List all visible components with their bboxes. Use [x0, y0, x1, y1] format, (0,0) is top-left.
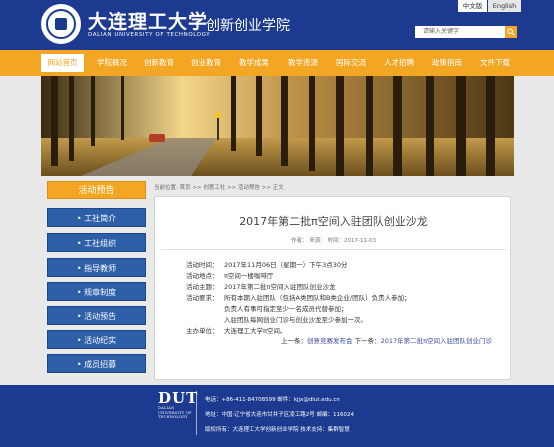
prev-article-link[interactable]: 创意竞赛发布会	[307, 337, 353, 345]
nav-home[interactable]: 网站首页	[41, 54, 84, 72]
article-meta: 作者： 来源： 时间：2017-11-03	[291, 238, 376, 244]
sidebar-item-rules[interactable]: • 规章制度	[47, 282, 146, 301]
campus-forest-banner	[41, 76, 514, 176]
footer-divider	[196, 391, 197, 435]
dut-logo-line-3: TECHNOLOGY	[158, 415, 188, 419]
search-input[interactable]: 请输入关键字	[415, 26, 505, 38]
bullet-icon: •	[76, 336, 82, 345]
dut-logo-text: DUT	[158, 389, 199, 407]
organizer-label: 主办单位：	[186, 327, 219, 335]
sidebar-item-label: 指导教师	[84, 264, 117, 273]
main-nav: 网站首页 学院概况 创新教育 创业教育 教学成果 教学资源 国际交流 人才招聘 …	[0, 50, 554, 76]
site-header: 大连理工大学 DALIAN UNIVERSITY OF TECHNOLOGY 创…	[0, 0, 554, 50]
sidebar-item-member-recruitment[interactable]: • 成员招募	[47, 354, 146, 373]
nav-teaching-resources[interactable]: 教学资源	[285, 56, 321, 70]
sidebar-item-event-record[interactable]: • 活动纪实	[47, 330, 146, 349]
dut-logo: DUT DALIAN UNIVERSITY OF TECHNOLOGY	[158, 390, 198, 420]
banner-image	[41, 76, 514, 176]
organizer-value: 大连理工大学π空间。	[224, 327, 287, 335]
university-seal-logo[interactable]	[41, 4, 81, 44]
event-location-label: 活动地点：	[186, 272, 219, 280]
event-time-value: 2017年11月06日（星期一）下午3点30分	[224, 261, 348, 269]
footer-contact: 电话：+86-411-84708599 邮件：kjjx@dlut.edu.cn	[205, 397, 340, 403]
bullet-icon: •	[76, 239, 82, 248]
nav-international-exchange[interactable]: 国际交流	[333, 56, 369, 70]
breadcrumb: 当前位置: 首页 >> 创意工社 >> 活动预告 >> 正文	[154, 185, 284, 191]
nav-policy-guide[interactable]: 政策指南	[429, 56, 465, 70]
article-divider	[161, 249, 506, 250]
article-panel: 2017年第二批π空间入驻团队创业沙龙 作者： 来源： 时间：2017-11-0…	[154, 196, 511, 380]
footer-copyright: 版权所有：大连理工大学创新创业学院 技术支持：集群智慧	[205, 427, 350, 433]
footer-address: 地址：中国·辽宁省大连市甘井子区凌工路2号 邮编：116024	[205, 412, 354, 418]
magnifier-icon	[507, 28, 515, 36]
sidebar-item-event-preview[interactable]: • 活动预告	[47, 306, 146, 325]
next-label: 下一条：	[354, 337, 381, 345]
nav-college-overview[interactable]: 学院概况	[94, 56, 130, 70]
event-location-value: π空间一楼咖啡厅	[224, 272, 274, 280]
sidebar-item-club-intro[interactable]: • 工社简介	[47, 208, 146, 227]
event-time-label: 活动时间：	[186, 261, 219, 269]
sidebar-item-label: 规章制度	[84, 288, 117, 297]
event-theme-value: 2017年第二批π空间入驻团队创业沙龙	[224, 283, 336, 291]
search-button[interactable]	[505, 26, 517, 38]
lang-english-link[interactable]: English	[488, 0, 521, 12]
bullet-icon: •	[76, 312, 82, 321]
bullet-icon: •	[76, 264, 82, 273]
event-requirement-value-2: 负责人有事可指定至少一名成员代替参加；	[224, 305, 348, 313]
sidebar-item-label: 工社简介	[84, 214, 117, 223]
university-name-cn: 大连理工大学	[88, 11, 209, 33]
nav-teaching-results[interactable]: 教学成果	[236, 56, 272, 70]
university-name-en: DALIAN UNIVERSITY OF TECHNOLOGY	[88, 32, 211, 38]
bullet-icon: •	[76, 360, 82, 369]
site-title: 创新创业学院	[206, 18, 290, 34]
nav-entrepreneurship-education[interactable]: 创业教育	[188, 56, 224, 70]
next-article-link[interactable]: 2017年第二批π空间入驻团队创业门诊	[381, 337, 492, 345]
nav-innovation-education[interactable]: 创新教育	[141, 56, 177, 70]
event-requirement-label: 活动要求：	[186, 294, 219, 302]
sidebar-item-label: 活动预告	[84, 312, 117, 321]
bullet-icon: •	[76, 214, 82, 223]
nav-recruitment[interactable]: 人才招聘	[381, 56, 417, 70]
bullet-icon: •	[76, 288, 82, 297]
lang-chinese-link[interactable]: 中文版	[458, 0, 487, 12]
article-title: 2017年第二批π空间入驻团队创业沙龙	[239, 215, 428, 228]
article-pager: 上一条：创意竞赛发布会 下一条：2017年第二批π空间入驻团队创业门诊	[281, 335, 492, 345]
sidebar-heading: 活动预告	[47, 181, 146, 199]
prev-label: 上一条：	[281, 337, 307, 345]
event-requirement-value-3: 入驻团队每网创业门诊与创业沙龙至少参加一次。	[224, 316, 367, 324]
event-theme-label: 活动主题：	[186, 283, 219, 291]
sidebar-item-label: 工社组织	[84, 239, 117, 248]
sidebar-item-mentors[interactable]: • 指导教师	[47, 258, 146, 277]
sidebar-item-club-organization[interactable]: • 工社组织	[47, 233, 146, 252]
event-requirement-value-1: 所有本期入驻团队（包括A类团队和B类企业/团队）负责人参加；	[224, 294, 411, 302]
seal-core	[55, 18, 67, 30]
nav-file-download[interactable]: 文件下载	[477, 56, 513, 70]
sidebar-item-label: 活动纪实	[84, 336, 117, 345]
sidebar-item-label: 成员招募	[84, 360, 117, 369]
